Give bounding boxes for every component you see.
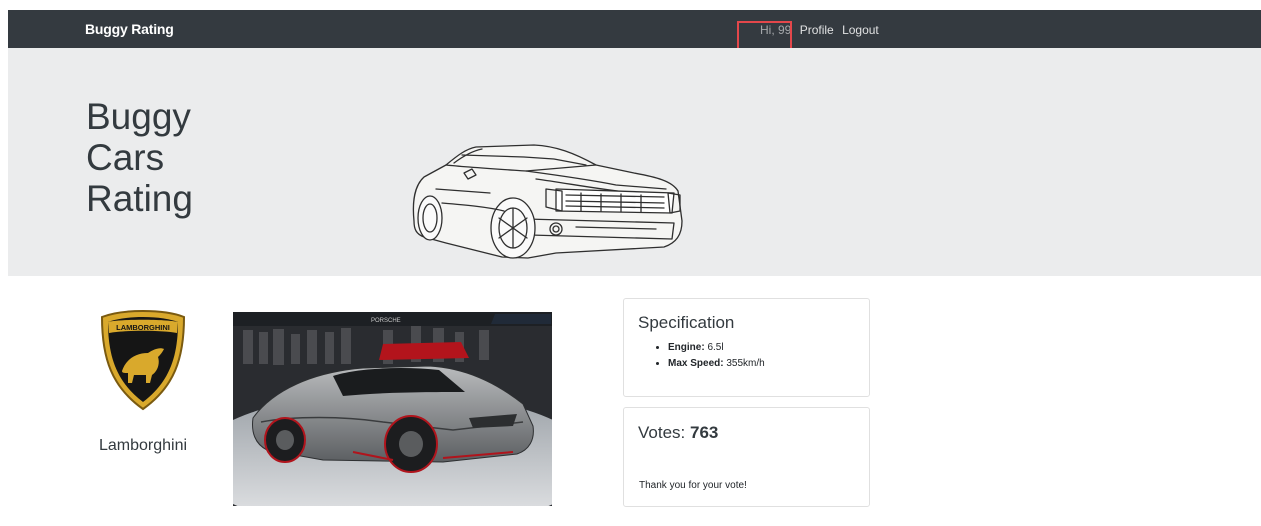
- spec-value: 6.5l: [704, 342, 724, 353]
- specification-heading: Specification: [638, 313, 735, 332]
- specification-card: Specification Engine: 6.5l Max Speed: 35…: [623, 298, 870, 397]
- votes-label: Votes:: [638, 423, 690, 442]
- profile-link[interactable]: Profile: [800, 23, 834, 37]
- title-line: Buggy: [86, 96, 191, 137]
- spec-label: Max Speed:: [668, 358, 724, 369]
- page-title: Buggy Cars Rating: [86, 96, 246, 219]
- svg-text:PORSCHE: PORSCHE: [371, 318, 401, 324]
- make-name: Lamborghini: [99, 437, 188, 454]
- vote-confirmation-message: Thank you for your vote!: [639, 480, 747, 491]
- brand-link[interactable]: Buggy Rating: [85, 21, 174, 37]
- spec-label: Engine:: [668, 342, 705, 353]
- title-line: Rating: [86, 178, 193, 219]
- lamborghini-shield-logo: LAMBORGHINI: [100, 309, 186, 411]
- spec-list: Engine: 6.5l Max Speed: 355km/h: [638, 340, 765, 372]
- spec-value: 355km/h: [723, 358, 765, 369]
- votes-heading: Votes: 763: [638, 423, 718, 443]
- car-photo: PORSCHE: [233, 312, 552, 506]
- votes-count: 763: [689, 423, 719, 442]
- spec-item-max-speed: Max Speed: 355km/h: [668, 356, 765, 372]
- spec-item-engine: Engine: 6.5l: [668, 340, 765, 356]
- sports-car-sketch-icon: [412, 144, 683, 259]
- votes-card: Votes: 763 Thank you for your vote!: [623, 407, 870, 507]
- svg-text:LAMBORGHINI: LAMBORGHINI: [116, 323, 170, 332]
- top-navbar: Buggy Rating Hi, 99 Profile Logout: [8, 10, 1261, 48]
- title-line: Cars: [86, 137, 165, 178]
- logout-link[interactable]: Logout: [842, 23, 879, 37]
- jumbotron: Buggy Cars Rating: [8, 48, 1261, 276]
